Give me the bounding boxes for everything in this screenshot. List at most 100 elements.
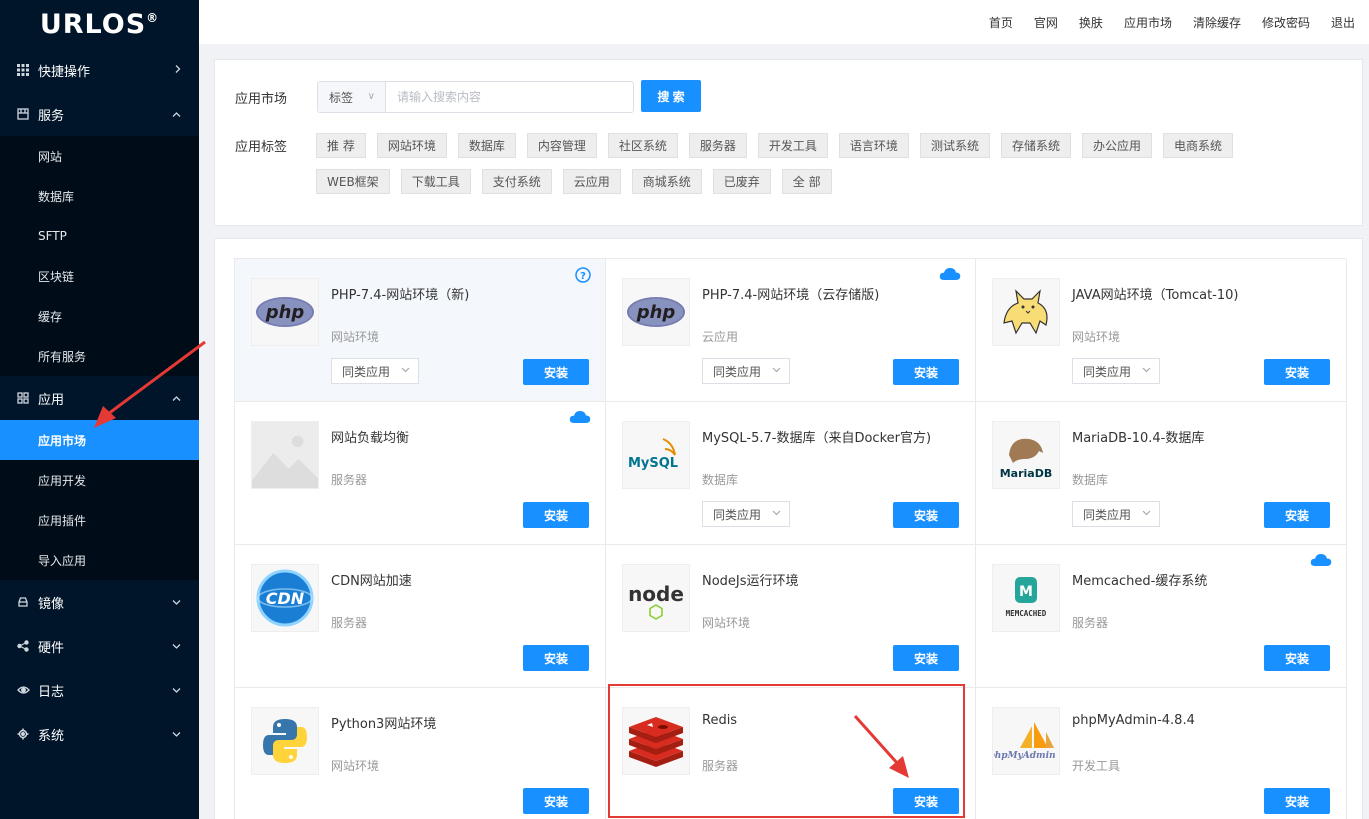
php-logo: php xyxy=(622,278,690,346)
tag-filter[interactable]: 数据库 xyxy=(457,133,516,158)
similar-apps-dropdown[interactable]: 同类应用 xyxy=(1072,501,1160,527)
search-input[interactable] xyxy=(386,82,633,112)
app-name[interactable]: Python3网站环境 xyxy=(331,713,436,732)
topnav-link[interactable]: 退出 xyxy=(1331,14,1355,31)
svg-text:MariaDB: MariaDB xyxy=(1000,467,1053,480)
search-button[interactable]: 搜 索 xyxy=(641,80,701,112)
install-button[interactable]: 安装 xyxy=(893,502,959,528)
app-name[interactable]: PHP-7.4-网站环境（新) xyxy=(331,284,469,303)
brand-mark: ® xyxy=(146,10,160,25)
sidebar-group-2[interactable]: 应用 xyxy=(0,376,199,420)
sidebar-submenu: 应用市场 应用开发 应用插件 导入应用 xyxy=(0,420,199,580)
app-name[interactable]: CDN网站加速 xyxy=(331,570,412,589)
install-button[interactable]: 安装 xyxy=(893,645,959,671)
svg-text:M: M xyxy=(1019,584,1033,600)
sidebar-item[interactable]: 数据库 xyxy=(0,176,199,216)
sidebar-item[interactable]: 区块链 xyxy=(0,256,199,296)
install-button[interactable]: 安装 xyxy=(893,788,959,814)
similar-apps-dropdown[interactable]: 同类应用 xyxy=(331,358,419,384)
sidebar-item[interactable]: 应用开发 xyxy=(0,460,199,500)
app-category: 网站环境 xyxy=(331,759,380,773)
install-button[interactable]: 安装 xyxy=(1264,359,1330,385)
install-button[interactable]: 安装 xyxy=(893,359,959,385)
tag-filter[interactable]: 已废弃 xyxy=(712,169,771,194)
app-name[interactable]: 网站负载均衡 xyxy=(331,427,409,446)
app-card: MySQL MySQL-5.7-数据库（来自Docker官方) 数据库 同类应用 安装 xyxy=(606,402,976,545)
topnav-link[interactable]: 官网 xyxy=(1034,14,1058,31)
app-name[interactable]: phpMyAdmin-4.8.4 xyxy=(1072,713,1195,728)
topnav-link[interactable]: 清除缓存 xyxy=(1193,14,1241,31)
similar-apps-dropdown[interactable]: 同类应用 xyxy=(702,501,790,527)
topnav-link[interactable]: 应用市场 xyxy=(1124,14,1172,31)
tag-filter[interactable]: 社区系统 xyxy=(607,133,678,158)
similar-apps-dropdown[interactable]: 同类应用 xyxy=(1072,358,1160,384)
sidebar-item[interactable]: SFTP xyxy=(0,216,199,256)
search-type-value: 标签 xyxy=(329,90,354,105)
svg-text:MEMCACHED: MEMCACHED xyxy=(1006,609,1047,618)
app-card: Python3网站环境网站环境安装 xyxy=(235,688,606,819)
tag-filter[interactable]: 云应用 xyxy=(562,169,621,194)
sidebar-item[interactable]: 应用插件 xyxy=(0,500,199,540)
sidebar-item[interactable]: 网站 xyxy=(0,136,199,176)
help-icon[interactable]: ? xyxy=(575,267,591,287)
tag-filter[interactable]: 内容管理 xyxy=(526,133,597,158)
tag-filter[interactable]: 服务器 xyxy=(688,133,747,158)
tag-filter[interactable]: 网站环境 xyxy=(376,133,447,158)
app-name[interactable]: NodeJs运行环境 xyxy=(702,570,799,589)
svg-text:php: php xyxy=(636,302,676,323)
similar-apps-dropdown[interactable]: 同类应用 xyxy=(702,358,790,384)
sidebar-item[interactable]: 导入应用 xyxy=(0,540,199,580)
install-button[interactable]: 安装 xyxy=(1264,645,1330,671)
topnav-link[interactable]: 首页 xyxy=(989,14,1013,31)
phpmyadmin-logo: phpMyAdmin xyxy=(992,707,1060,775)
sidebar-group-4[interactable]: 硬件 xyxy=(0,624,199,668)
tag-filter[interactable]: 语言环境 xyxy=(838,133,909,158)
install-button[interactable]: 安装 xyxy=(523,788,589,814)
install-button[interactable]: 安装 xyxy=(523,359,589,385)
sidebar-item[interactable]: 缓存 xyxy=(0,296,199,336)
app-card: M MEMCACHED Memcached-缓存系统 服务器 安装 xyxy=(976,545,1347,688)
tag-filter[interactable]: 全 部 xyxy=(781,169,832,194)
app-category: 数据库 xyxy=(702,473,739,487)
tag-filter[interactable]: 推 荐 xyxy=(316,133,366,158)
chevron-down-icon xyxy=(1142,365,1151,376)
sidebar-group-0[interactable]: 快捷操作 xyxy=(0,48,199,92)
sidebar-group-6[interactable]: 系统 xyxy=(0,712,199,756)
topnav-link[interactable]: 修改密码 xyxy=(1262,14,1310,31)
sidebar-group-5[interactable]: 日志 xyxy=(0,668,199,712)
sidebar-group-label: 镜像 xyxy=(38,596,65,612)
sidebar-item[interactable]: 应用市场 xyxy=(0,420,199,460)
sidebar: URLOS® 快捷操作 服务 网站 数据库 SFTP 区块链 缓存 所有服务 应用 应用市场 应用开… xyxy=(0,0,199,819)
brand-logo[interactable]: URLOS® xyxy=(0,0,199,48)
tag-filter[interactable]: 支付系统 xyxy=(481,169,552,194)
tag-filter[interactable]: 存储系统 xyxy=(1000,133,1071,158)
install-button[interactable]: 安装 xyxy=(1264,502,1330,528)
app-name[interactable]: MySQL-5.7-数据库（来自Docker官方) xyxy=(702,427,931,446)
topnav-link[interactable]: 换肤 xyxy=(1079,14,1103,31)
sidebar-menu: 快捷操作 服务 网站 数据库 SFTP 区块链 缓存 所有服务 应用 应用市场 应用开发 应用插件 导入… xyxy=(0,48,199,756)
install-button[interactable]: 安装 xyxy=(523,645,589,671)
sidebar-group-1[interactable]: 服务 xyxy=(0,92,199,136)
app-name[interactable]: MariaDB-10.4-数据库 xyxy=(1072,427,1204,446)
disk-icon xyxy=(16,595,30,609)
tag-filter[interactable]: 办公应用 xyxy=(1081,133,1152,158)
install-button[interactable]: 安装 xyxy=(1264,788,1330,814)
tag-filter[interactable]: 商城系统 xyxy=(631,169,702,194)
search-type-select[interactable]: 标签 ∨ xyxy=(318,82,386,112)
eye-icon xyxy=(16,683,30,697)
php-logo: php xyxy=(251,278,319,346)
app-name[interactable]: Redis xyxy=(702,713,737,728)
install-button[interactable]: 安装 xyxy=(523,502,589,528)
cloud-icon xyxy=(569,410,591,428)
sidebar-group-3[interactable]: 镜像 xyxy=(0,580,199,624)
app-name[interactable]: Memcached-缓存系统 xyxy=(1072,570,1207,589)
tag-filter[interactable]: 测试系统 xyxy=(919,133,990,158)
app-category: 开发工具 xyxy=(1072,759,1121,773)
tag-filter[interactable]: 开发工具 xyxy=(757,133,828,158)
app-name[interactable]: JAVA网站环境（Tomcat-10) xyxy=(1072,284,1239,303)
sidebar-item[interactable]: 所有服务 xyxy=(0,336,199,376)
tag-filter[interactable]: 下载工具 xyxy=(400,169,471,194)
app-name[interactable]: PHP-7.4-网站环境（云存储版) xyxy=(702,284,879,303)
tag-filter[interactable]: 电商系统 xyxy=(1162,133,1233,158)
tag-filter[interactable]: WEB框架 xyxy=(316,169,390,194)
